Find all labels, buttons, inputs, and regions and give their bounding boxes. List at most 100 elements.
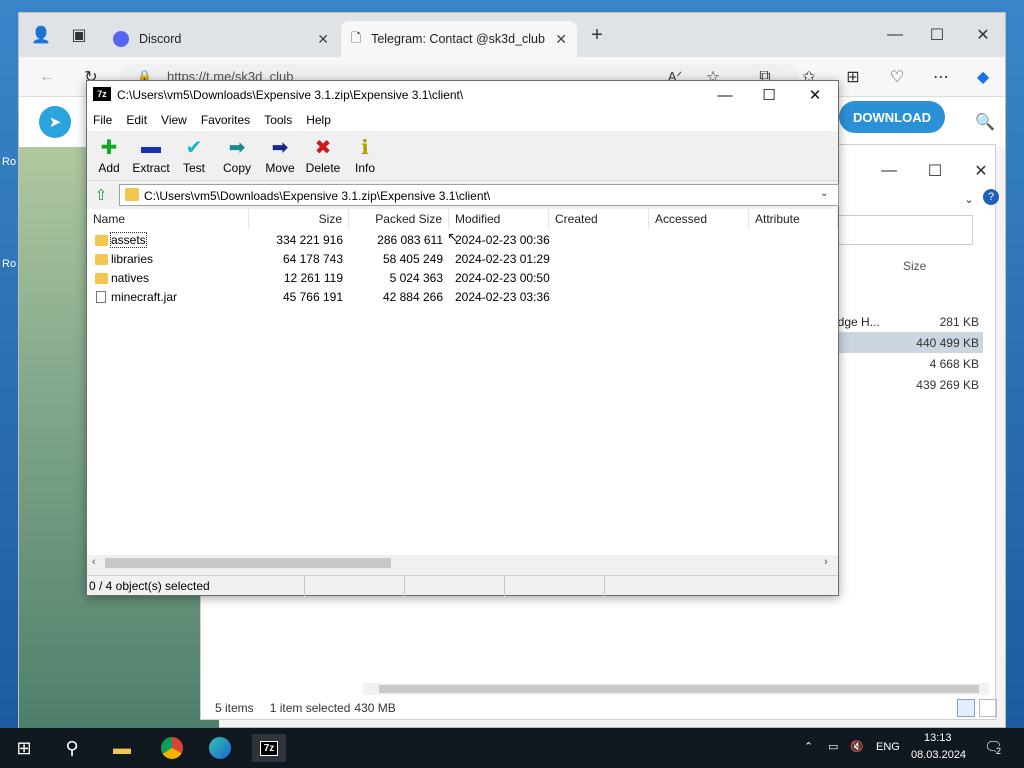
path-row: ⇧ C:\Users\vm5\Downloads\Expensive 3.1.z… <box>87 183 839 207</box>
tab-actions-icon[interactable]: ▣ <box>67 23 91 47</box>
taskbar: ⊞ ⚲ ▬ 7z ⌃ ▭ 🔇 ENG 13:13 08.03.2024 🗨 2 <box>0 728 1024 768</box>
discord-icon <box>113 31 129 47</box>
details-view-icon[interactable] <box>957 699 975 717</box>
tab-discord[interactable]: Discord ✕ <box>103 21 339 57</box>
toolbar: ✚ Add ▬ Extract ✔ Test ➡ Copy ➡ Move ✖ D… <box>87 131 838 181</box>
chevron-down-icon[interactable]: ⌄ <box>957 187 981 211</box>
network-icon[interactable]: ▭ <box>828 740 838 753</box>
add-button[interactable]: ✚ Add <box>87 135 131 179</box>
sevenzip-taskbar-icon[interactable]: 7z <box>252 734 286 762</box>
table-row[interactable]: natives 12 261 119 5 024 363 2024-02-23 … <box>87 269 838 288</box>
input-language[interactable]: ENG <box>876 741 900 753</box>
minimize-icon[interactable]: — <box>877 159 901 183</box>
column-header-size[interactable]: Size <box>903 259 926 273</box>
file-name: minecraft.jar <box>111 290 178 304</box>
delete-icon: ✖ <box>314 136 332 159</box>
download-button[interactable]: DOWNLOAD <box>839 101 945 133</box>
selection-status: 0 / 4 object(s) selected <box>87 576 305 596</box>
help-icon[interactable]: ? <box>983 189 999 205</box>
search-input[interactable] <box>821 215 973 245</box>
thumbnail-view-icon[interactable] <box>979 699 997 717</box>
scrollbar-thumb[interactable] <box>105 558 391 568</box>
horizontal-scrollbar[interactable]: ‹ › <box>87 555 838 571</box>
window-title: C:\Users\vm5\Downloads\Expensive 3.1.zip… <box>117 88 464 102</box>
info-button[interactable]: ℹ Info <box>343 135 387 179</box>
desktop-icon-label[interactable]: Ro <box>2 156 16 168</box>
search-icon[interactable]: 🔍 <box>973 110 997 134</box>
start-windows-icon[interactable]: ⊞ <box>10 734 38 762</box>
clock-date[interactable]: 08.03.2024 <box>911 749 966 761</box>
column-header-created[interactable]: Created <box>549 209 649 229</box>
file-explorer-icon[interactable]: ▬ <box>108 734 136 762</box>
folder-up-icon[interactable]: ⇧ <box>91 185 111 205</box>
close-icon[interactable]: ✕ <box>969 159 993 183</box>
column-header-packed-size[interactable]: Packed Size <box>349 209 449 229</box>
file-packed-size: 42 884 266 <box>382 290 443 304</box>
table-row[interactable]: assets 334 221 916 286 083 611 2024-02-2… <box>87 231 838 250</box>
maximize-icon[interactable]: ☐ <box>923 159 947 183</box>
minimize-icon[interactable]: — <box>883 23 907 47</box>
close-icon[interactable]: ✕ <box>801 85 829 105</box>
delete-button[interactable]: ✖ Delete <box>301 135 345 179</box>
scroll-left-icon[interactable]: ‹ <box>92 556 96 568</box>
column-header-accessed[interactable]: Accessed <box>649 209 749 229</box>
close-icon[interactable]: ✕ <box>317 31 329 48</box>
collections-icon[interactable]: ⊞ <box>841 65 865 89</box>
tab-title: Telegram: Contact @sk3d_club <box>371 32 545 46</box>
menu-favorites[interactable]: Favorites <box>201 113 250 127</box>
column-header-name[interactable]: Name <box>87 209 249 229</box>
desktop-icon-label[interactable]: Ro <box>2 258 16 270</box>
table-row[interactable]: libraries 64 178 743 58 405 249 2024-02-… <box>87 250 838 269</box>
clock-time[interactable]: 13:13 <box>924 732 952 744</box>
tab-telegram[interactable]: 🗋 Telegram: Contact @sk3d_club ✕ <box>341 21 577 57</box>
profile-icon[interactable]: 👤 <box>29 23 53 47</box>
menu-view[interactable]: View <box>161 113 187 127</box>
table-row[interactable]: minecraft.jar 45 766 191 42 884 266 2024… <box>87 288 838 307</box>
scrollbar-thumb[interactable] <box>379 685 979 693</box>
tab-title: Discord <box>139 32 182 46</box>
column-header-size[interactable]: Size <box>249 209 349 229</box>
menu-file[interactable]: File <box>93 113 112 127</box>
search-icon[interactable]: ⚲ <box>58 734 86 762</box>
file-modified: 2024-02-23 03:36 <box>455 290 550 304</box>
more-icon[interactable]: ⋯ <box>929 65 953 89</box>
close-icon[interactable]: ✕ <box>555 31 567 48</box>
extract-button[interactable]: ▬ Extract <box>128 135 174 179</box>
volume-muted-icon[interactable]: 🔇 <box>850 740 864 753</box>
maximize-icon[interactable]: ☐ <box>755 85 783 105</box>
horizontal-scrollbar[interactable] <box>363 683 989 695</box>
copilot-icon[interactable]: ◆ <box>971 65 995 89</box>
extract-icon: ▬ <box>141 135 161 158</box>
status-bar: 0 / 4 object(s) selected <box>87 575 838 596</box>
telegram-logo-icon[interactable]: ➤ <box>39 106 71 138</box>
menu-tools[interactable]: Tools <box>264 113 292 127</box>
status-segment <box>505 576 605 596</box>
file-packed-size: 58 405 249 <box>382 252 443 266</box>
copy-button[interactable]: ➡ Copy <box>215 135 259 179</box>
file-size: 12 261 119 <box>283 271 343 285</box>
file-modified: 2024-02-23 00:50 <box>455 271 550 285</box>
path-combobox[interactable]: C:\Users\vm5\Downloads\Expensive 3.1.zip… <box>119 184 839 206</box>
scroll-right-icon[interactable]: › <box>824 556 828 568</box>
browser-essentials-icon[interactable]: ♡ <box>885 65 909 89</box>
close-icon[interactable]: ✕ <box>971 23 995 47</box>
chevron-up-icon[interactable]: ⌃ <box>804 740 813 753</box>
page-icon: 🗋 <box>351 30 362 45</box>
menu-edit[interactable]: Edit <box>126 113 147 127</box>
mouse-cursor-icon: ↖ <box>447 229 459 245</box>
test-button[interactable]: ✔ Test <box>172 135 216 179</box>
back-icon[interactable]: ← <box>35 65 59 89</box>
menu-help[interactable]: Help <box>306 113 331 127</box>
test-icon: ✔ <box>185 136 203 159</box>
maximize-icon[interactable]: ☐ <box>925 23 949 47</box>
edge-icon[interactable] <box>206 734 234 762</box>
column-header-attributes[interactable]: Attribute <box>749 209 838 229</box>
folder-icon <box>95 273 108 284</box>
column-header-modified[interactable]: Modified <box>449 209 549 229</box>
minimize-icon[interactable]: — <box>711 85 739 105</box>
move-button[interactable]: ➡ Move <box>258 135 302 179</box>
chevron-down-icon[interactable]: ⌄ <box>820 188 828 199</box>
sevenzip-title-bar: 7z C:\Users\vm5\Downloads\Expensive 3.1.… <box>87 81 838 109</box>
chrome-icon[interactable] <box>158 734 186 762</box>
new-tab-icon[interactable]: + <box>585 23 609 47</box>
